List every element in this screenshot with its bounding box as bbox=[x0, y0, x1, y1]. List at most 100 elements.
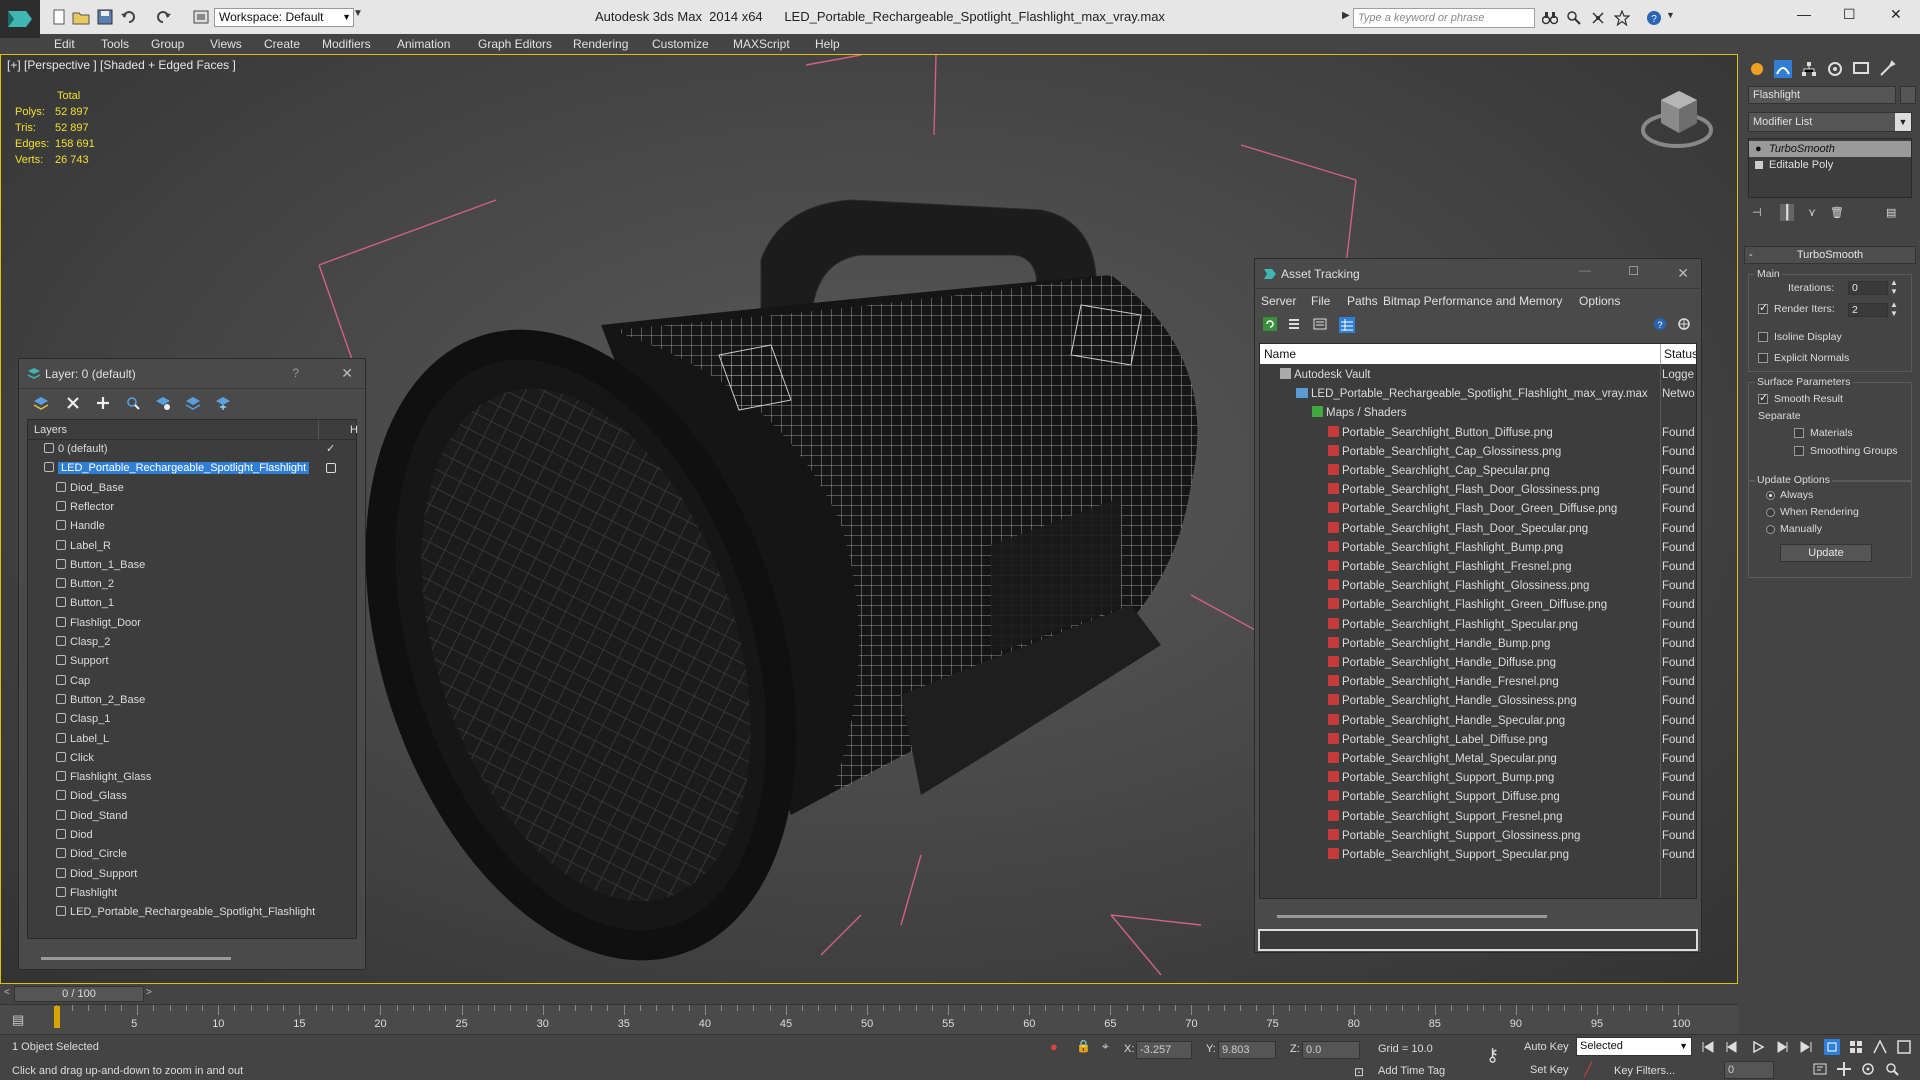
star-icon[interactable] bbox=[1614, 10, 1630, 26]
menu-create[interactable]: Create bbox=[264, 37, 300, 51]
smoothing-groups-checkbox[interactable] bbox=[1794, 446, 1804, 456]
help-icon[interactable]: ? bbox=[1653, 317, 1667, 331]
asset-menu-options[interactable]: Options bbox=[1579, 294, 1620, 308]
render-iters-spinner[interactable]: 2 bbox=[1848, 303, 1888, 317]
y-coordinate-field[interactable]: 9.803 bbox=[1218, 1041, 1276, 1059]
mini-curve-editor-icon[interactable]: ▤ bbox=[12, 1012, 24, 1028]
layer-object-row[interactable]: Diod_Glass bbox=[28, 787, 356, 806]
menu-edit[interactable]: Edit bbox=[54, 37, 75, 51]
lock-selection-icon[interactable]: 🔒 bbox=[1076, 1039, 1091, 1053]
stack-item-editable-poly[interactable]: Editable Poly bbox=[1749, 157, 1911, 173]
layer-object-row[interactable]: Button_2 bbox=[28, 575, 356, 594]
communication-icon[interactable] bbox=[1590, 10, 1606, 26]
asset-row[interactable]: Portable_Searchlight_Support_Fresnel.png… bbox=[1260, 808, 1696, 827]
save-icon[interactable] bbox=[96, 9, 114, 25]
close-icon[interactable]: ✕ bbox=[341, 365, 353, 382]
asset-path-field[interactable] bbox=[1258, 929, 1698, 951]
asset-row[interactable]: Portable_Searchlight_Label_Diffuse.png Fo… bbox=[1260, 731, 1696, 750]
asset-row[interactable]: Portable_Searchlight_Handle_Glossiness.p… bbox=[1260, 692, 1696, 711]
asset-menu-paths[interactable]: Paths bbox=[1347, 294, 1378, 308]
create-tab-icon[interactable] bbox=[1748, 60, 1766, 78]
modifier-stack[interactable]: ● TurboSmooth Editable Poly bbox=[1748, 138, 1912, 198]
menu-rendering[interactable]: Rendering bbox=[573, 37, 628, 51]
modifier-list-dropdown[interactable]: Modifier List ▼ bbox=[1748, 112, 1912, 132]
show-end-result-icon[interactable]: ┃ bbox=[1780, 204, 1795, 221]
play-icon[interactable] bbox=[1750, 1039, 1766, 1055]
key-mode-dropdown[interactable]: Selected ▼ bbox=[1576, 1037, 1692, 1056]
layer-explorer-panel[interactable]: Layer: 0 (default) ? ✕ Layers H 0 (defau… bbox=[18, 358, 366, 970]
layer-object-row[interactable]: Diod_Base bbox=[28, 479, 356, 498]
spinner-arrows-icon[interactable]: ▲ ▼ bbox=[1890, 300, 1898, 318]
asset-tracking-panel[interactable]: Asset Tracking — ☐ ✕ Server File Paths B… bbox=[1254, 258, 1702, 953]
delete-layer-icon[interactable] bbox=[65, 395, 81, 411]
detail-view-icon[interactable] bbox=[1313, 317, 1327, 331]
layer-object-row[interactable]: Flashligt_Door bbox=[28, 614, 356, 633]
layer-object-row[interactable]: Diod_Support bbox=[28, 865, 356, 884]
menu-modifiers[interactable]: Modifiers bbox=[322, 37, 371, 51]
set-key-icon[interactable]: ╱ bbox=[1584, 1062, 1592, 1078]
utilities-tab-icon[interactable] bbox=[1878, 60, 1896, 78]
maximize-viewport-icon[interactable] bbox=[1896, 1039, 1912, 1055]
layer-object-row[interactable]: Clasp_2 bbox=[28, 633, 356, 652]
binoculars-icon[interactable] bbox=[1542, 10, 1558, 26]
asset-row[interactable]: Portable_Searchlight_Handle_Specular.png… bbox=[1260, 712, 1696, 731]
asset-menu-file[interactable]: File bbox=[1311, 294, 1330, 308]
layer-object-row[interactable]: LED_Portable_Rechargeable_Spotlight_Flas… bbox=[28, 903, 356, 922]
zoom-region-icon[interactable] bbox=[1884, 1061, 1900, 1077]
asset-row[interactable]: Portable_Searchlight_Support_Diffuse.png… bbox=[1260, 788, 1696, 807]
render-iters-checkbox[interactable] bbox=[1758, 301, 1768, 314]
asset-row[interactable]: Portable_Searchlight_Metal_Specular.png F… bbox=[1260, 750, 1696, 769]
menu-tools[interactable]: Tools bbox=[101, 37, 129, 51]
menu-help[interactable]: Help bbox=[815, 37, 840, 51]
layer-scrollbar[interactable] bbox=[41, 957, 231, 960]
time-config-icon[interactable] bbox=[1812, 1061, 1828, 1077]
create-layer-icon[interactable] bbox=[33, 395, 49, 411]
table-view-icon[interactable] bbox=[1339, 317, 1355, 333]
close-icon[interactable]: ✕ bbox=[1890, 6, 1902, 23]
asset-menu-bitmap[interactable]: Bitmap Performance and Memory bbox=[1383, 294, 1562, 308]
smooth-result-checkbox[interactable] bbox=[1758, 391, 1768, 404]
absolute-mode-icon[interactable]: ⌖ bbox=[1102, 1039, 1109, 1054]
hierarchy-tab-icon[interactable] bbox=[1800, 60, 1818, 78]
z-coordinate-field[interactable]: 0.0 bbox=[1302, 1041, 1360, 1059]
asset-row[interactable]: Portable_Searchlight_Cap_Glossiness.png F… bbox=[1260, 443, 1696, 462]
update-manually-radio[interactable] bbox=[1766, 525, 1775, 534]
menu-customize[interactable]: Customize bbox=[652, 37, 709, 51]
time-tag-icon[interactable]: ⊡ bbox=[1354, 1065, 1364, 1079]
current-frame-field[interactable]: 0 bbox=[1724, 1061, 1774, 1079]
layer-object-row[interactable]: Flashlight bbox=[28, 884, 356, 903]
turbosmooth-rollout[interactable]: - TurboSmooth bbox=[1744, 246, 1916, 264]
help-icon[interactable]: ? bbox=[1646, 10, 1662, 26]
next-frame-icon[interactable]: > bbox=[146, 987, 152, 998]
column-name[interactable]: Name bbox=[1264, 347, 1296, 361]
materials-checkbox[interactable] bbox=[1794, 428, 1804, 438]
minimize-icon[interactable]: — bbox=[1797, 6, 1811, 22]
undo-icon[interactable] bbox=[120, 9, 138, 25]
asset-row[interactable]: Portable_Searchlight_Support_Specular.pn… bbox=[1260, 846, 1696, 865]
layer-object-row[interactable]: Button_1 bbox=[28, 594, 356, 613]
help-dropdown-icon[interactable]: ▼ bbox=[1666, 10, 1675, 20]
add-to-layer-icon[interactable] bbox=[95, 395, 111, 411]
auto-key-button[interactable]: Auto Key bbox=[1524, 1041, 1569, 1053]
menu-graph-editors[interactable]: Graph Editors bbox=[478, 37, 552, 51]
search-expand-icon[interactable]: ▶ bbox=[1342, 10, 1350, 21]
menu-views[interactable]: Views bbox=[210, 37, 242, 51]
layer-object-row[interactable]: Handle bbox=[28, 517, 356, 536]
spinner-arrows-icon[interactable]: ▲ ▼ bbox=[1890, 278, 1898, 296]
active-layer-check-icon[interactable]: ✓ bbox=[326, 440, 335, 459]
column-status[interactable]: Status bbox=[1664, 347, 1696, 361]
asset-row[interactable]: Portable_Searchlight_Flashlight_Bump.png… bbox=[1260, 539, 1696, 558]
key-filters-button[interactable]: Key Filters... bbox=[1614, 1065, 1675, 1077]
add-time-tag[interactable]: Add Time Tag bbox=[1378, 1065, 1445, 1077]
tools-icon[interactable] bbox=[1677, 317, 1691, 331]
remove-modifier-icon[interactable]: 🗑 bbox=[1830, 206, 1844, 219]
modify-tab-icon[interactable] bbox=[1774, 60, 1792, 78]
go-to-start-icon[interactable] bbox=[1700, 1039, 1716, 1055]
asset-row[interactable]: Maps / Shaders bbox=[1260, 404, 1696, 423]
layer-object-row[interactable]: Clasp_1 bbox=[28, 710, 356, 729]
orbit-icon[interactable] bbox=[1860, 1061, 1876, 1077]
layer-object-row[interactable]: Cap bbox=[28, 672, 356, 691]
isolate-selection-icon[interactable]: ● bbox=[1050, 1039, 1058, 1054]
configure-sets-icon[interactable]: ▤ bbox=[1886, 206, 1896, 219]
object-name-field[interactable]: Flashlight bbox=[1748, 86, 1896, 104]
